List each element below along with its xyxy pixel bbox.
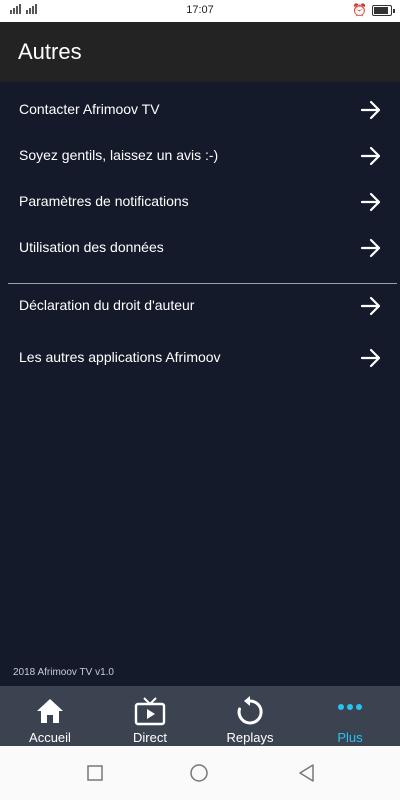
menu-item-other-apps[interactable]: Les autres applications Afrimoov	[0, 334, 400, 380]
tab-label: Accueil	[29, 730, 71, 745]
page-title: Autres	[18, 39, 82, 64]
menu-item-review[interactable]: Soyez gentils, laissez un avis :-)	[0, 132, 400, 178]
battery-icon	[372, 5, 395, 16]
menu-item-label: Utilisation des données	[19, 239, 164, 255]
arrow-right-icon	[360, 146, 381, 166]
menu-item-label: Déclaration du droit d'auteur	[19, 297, 195, 313]
home-icon	[37, 699, 63, 723]
tab-label: Replays	[226, 730, 274, 745]
more-icon	[338, 704, 362, 710]
tab-plus[interactable]: Plus	[300, 686, 400, 746]
bottom-tab-bar: Accueil Direct Replays Plus	[0, 686, 400, 746]
tab-label: Direct	[133, 730, 167, 745]
tab-direct[interactable]: Direct	[100, 686, 200, 746]
menu-item-data-usage[interactable]: Utilisation des données	[0, 224, 400, 270]
recents-icon[interactable]	[86, 764, 104, 782]
menu-item-copyright[interactable]: Déclaration du droit d'auteur	[0, 282, 400, 328]
arrow-right-icon	[360, 100, 381, 120]
menu-item-label: Contacter Afrimoov TV	[19, 101, 160, 117]
status-time: 17:07	[186, 4, 214, 16]
tab-label: Plus	[337, 730, 363, 745]
status-bar: 17:07 ⏰	[0, 0, 400, 22]
menu-item-label: Les autres applications Afrimoov	[19, 349, 221, 365]
tab-replays[interactable]: Replays	[200, 686, 300, 746]
back-icon[interactable]	[298, 764, 316, 782]
arrow-right-icon	[360, 238, 381, 258]
arrow-right-icon	[360, 296, 381, 316]
arrow-right-icon	[360, 348, 381, 368]
arrow-right-icon	[360, 192, 381, 212]
app-bar: Autres	[0, 22, 400, 82]
tv-icon	[134, 697, 166, 726]
alarm-icon: ⏰	[352, 3, 367, 17]
version-text: 2018 Afrimoov TV v1.0	[13, 667, 114, 678]
menu-item-label: Soyez gentils, laissez un avis :-)	[19, 147, 219, 163]
system-nav-bar	[0, 746, 400, 800]
menu-item-notifications[interactable]: Paramètres de notifications	[0, 178, 400, 224]
replay-icon	[237, 696, 263, 725]
home-circle-icon[interactable]	[190, 764, 208, 782]
menu-item-label: Paramètres de notifications	[19, 193, 189, 209]
menu-item-contact[interactable]: Contacter Afrimoov TV	[0, 86, 400, 132]
tab-accueil[interactable]: Accueil	[0, 686, 100, 746]
